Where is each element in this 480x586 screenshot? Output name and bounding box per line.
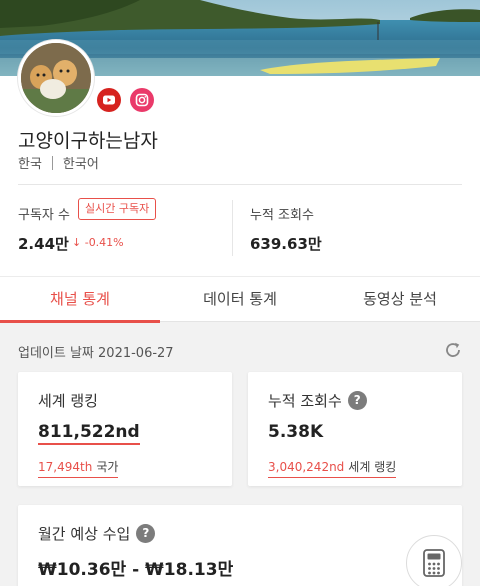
views-world-rank-suffix: 세계 랭킹 bbox=[348, 460, 397, 474]
channel-language: 한국어 bbox=[62, 157, 99, 172]
world-rank-value: 811,522nd bbox=[38, 422, 140, 445]
world-rank-card: 세계 랭킹 811,522nd 17,494th 국가 bbox=[18, 372, 232, 486]
country-rank-value: 17,494th bbox=[38, 460, 93, 474]
channel-country: 한국 bbox=[18, 157, 42, 172]
subscribers-label: 구독자 수 bbox=[18, 208, 70, 223]
subscribers-change-value: -0.41% bbox=[84, 236, 124, 249]
subscribers-change: ↓ -0.41% bbox=[72, 236, 124, 249]
total-views-value: 5.38K bbox=[268, 422, 324, 442]
views-value: 639.63만 bbox=[250, 235, 322, 253]
instagram-icon[interactable] bbox=[130, 88, 154, 112]
monthly-income-card: 월간 예상 수입 ? ₩10.36만 - ₩18.13만 bbox=[18, 505, 462, 586]
total-views-card: 누적 조회수 ? 5.38K 3,040,242nd 세계 랭킹 bbox=[248, 372, 462, 486]
views-world-rank[interactable]: 3,040,242nd 세계 랭킹 bbox=[268, 458, 397, 478]
monthly-income-title: 월간 예상 수입 bbox=[38, 525, 131, 543]
help-icon[interactable]: ? bbox=[136, 524, 156, 543]
tab-channel-stats[interactable]: 채널 통계 bbox=[0, 277, 160, 323]
stats-tabs: 채널 통계 데이터 통계 동영상 분석 bbox=[0, 276, 480, 323]
meta-separator bbox=[51, 155, 53, 170]
tab-video-analysis[interactable]: 동영상 분석 bbox=[320, 277, 480, 322]
help-icon[interactable]: ? bbox=[347, 391, 367, 410]
views-label: 누적 조회수 bbox=[250, 208, 314, 223]
calculator-icon bbox=[423, 549, 445, 577]
live-subscribers-button[interactable]: 실시간 구독자 bbox=[78, 198, 157, 220]
channel-profile-card: 고양이구하는남자 한국 한국어 구독자 수 실시간 구독자 2.44만 ↓ -0… bbox=[0, 40, 480, 276]
tab-data-stats[interactable]: 데이터 통계 bbox=[160, 277, 320, 322]
channel-meta: 한국 한국어 bbox=[18, 153, 99, 172]
refresh-icon[interactable] bbox=[443, 340, 463, 360]
divider bbox=[18, 184, 462, 185]
country-rank[interactable]: 17,494th 국가 bbox=[38, 458, 119, 478]
channel-name: 고양이구하는남자 bbox=[18, 130, 158, 152]
calculator-button[interactable] bbox=[406, 535, 462, 586]
subscribers-value: 2.44만 bbox=[18, 235, 69, 253]
views-world-rank-value: 3,040,242nd bbox=[268, 460, 345, 474]
country-rank-suffix: 국가 bbox=[96, 460, 119, 474]
world-rank-title: 세계 랭킹 bbox=[38, 392, 98, 410]
total-views-title: 누적 조회수 bbox=[268, 392, 342, 410]
arrow-down-icon: ↓ bbox=[72, 236, 82, 249]
total-views-title-row: 누적 조회수 ? bbox=[268, 390, 367, 411]
monthly-income-value: ₩10.36만 - ₩18.13만 bbox=[38, 560, 234, 580]
stat-divider bbox=[232, 200, 233, 256]
monthly-income-title-row: 월간 예상 수입 ? bbox=[38, 523, 156, 544]
youtube-icon[interactable] bbox=[97, 88, 121, 112]
channel-avatar[interactable] bbox=[18, 40, 94, 116]
update-date: 업데이트 날짜 2021-06-27 bbox=[18, 346, 174, 361]
